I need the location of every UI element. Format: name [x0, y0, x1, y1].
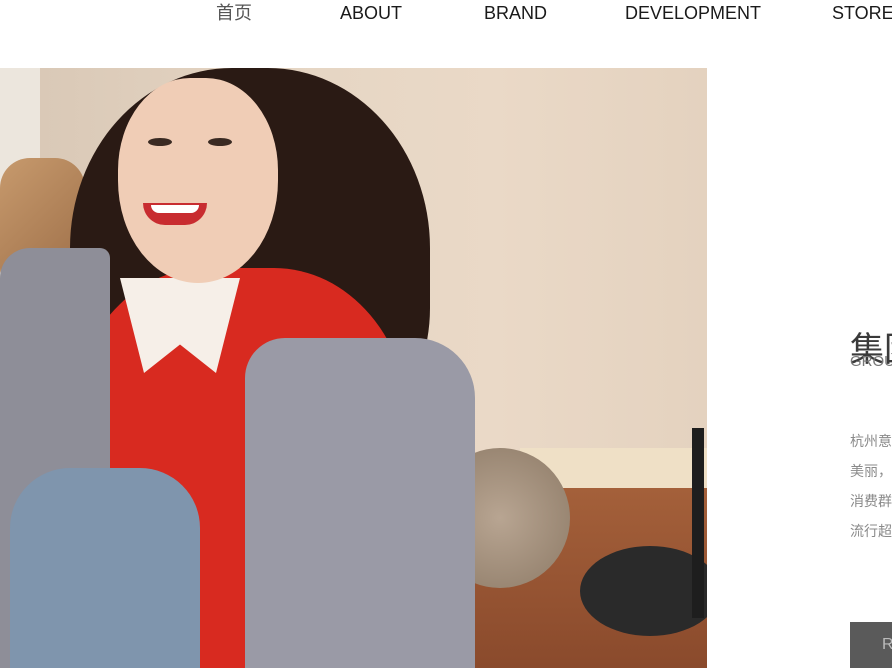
intro-subtitle: GROU — [850, 353, 892, 370]
intro-line: 流行超 — [850, 523, 892, 539]
model-face — [118, 78, 278, 283]
intro-line: 消费群 — [850, 493, 892, 509]
lamp-stand-base — [580, 546, 707, 636]
top-navigation: 首页 ABOUT BRAND DEVELOPMENT STORE — [0, 0, 892, 30]
nav-item-brand[interactable]: BRAND — [484, 2, 547, 24]
jeans — [10, 468, 200, 668]
right-eye — [208, 138, 232, 146]
jacket-right — [245, 338, 475, 668]
hero-image — [0, 68, 707, 668]
teeth — [151, 205, 199, 213]
lamp-stand-pole — [692, 428, 704, 618]
read-more-button[interactable]: R — [850, 622, 892, 668]
nav-item-store[interactable]: STORE — [832, 2, 892, 24]
nav-item-about[interactable]: ABOUT — [340, 2, 402, 24]
nav-item-home[interactable]: 首页 — [216, 2, 252, 24]
intro-line: 杭州意 — [850, 433, 892, 449]
intro-line: 美丽， — [850, 463, 892, 479]
smile — [143, 203, 207, 225]
nav-item-development[interactable]: DEVELOPMENT — [625, 2, 761, 24]
left-eye — [148, 138, 172, 146]
